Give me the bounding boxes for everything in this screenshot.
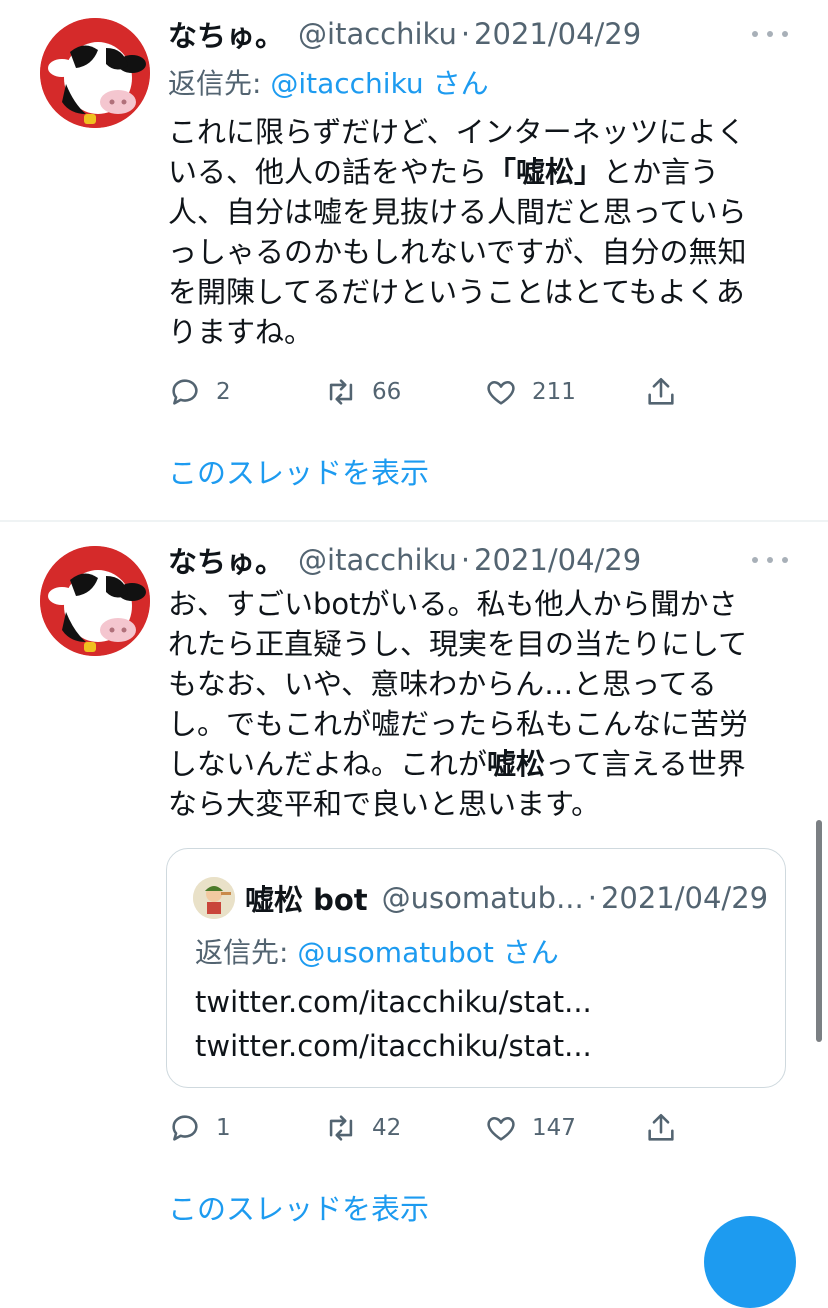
heart-icon (487, 1117, 515, 1141)
avatar[interactable] (40, 546, 150, 656)
text-line: れたら正直疑うし、現実を目の当たりにして (168, 627, 748, 661)
avatar[interactable] (40, 18, 150, 128)
reply-handle-link[interactable]: @itacchiku (270, 67, 423, 100)
quoted-tweet[interactable]: 嘘松 bot @usomatub... · 2021/04/29 返信先: @u… (166, 848, 786, 1088)
text-line: を開陳してるだけということはとてもよくあ (168, 275, 745, 309)
like-button[interactable]: 211 (484, 372, 576, 412)
tweet-text: お、すごいbotがいる。私も他人から聞かさ れたら正直疑うし、現実を目の当たりに… (168, 584, 778, 824)
reply-icon (172, 379, 198, 405)
share-button[interactable] (644, 372, 678, 412)
cow-avatar-icon (40, 546, 150, 656)
text-line: お、すごいbotがいる。私も他人から聞かさ (168, 587, 738, 621)
text-line: なら大変平和で良いと思います。 (168, 787, 601, 821)
like-count: 211 (532, 379, 576, 405)
tweet-date[interactable]: 2021/04/29 (474, 543, 641, 577)
tweet-text: これに限らずだけど、インターネッツによく いる、他人の話をやたら「嘘松」とか言う… (168, 112, 778, 352)
share-button[interactable] (644, 1108, 678, 1148)
quoted-header: 嘘松 bot @usomatub... · 2021/04/29 (245, 877, 768, 919)
more-dots-icon[interactable] (752, 550, 788, 570)
reply-button[interactable]: 1 (168, 1108, 231, 1148)
quoted-url-1[interactable]: twitter.com/itacchiku/stat... (195, 985, 592, 1019)
show-thread-link[interactable]: このスレッドを表示 (168, 1186, 429, 1228)
user-handle[interactable]: @itacchiku (298, 17, 457, 51)
reply-prefix: 返信先: (168, 67, 271, 100)
like-button[interactable]: 147 (484, 1108, 576, 1148)
text-line: し。でもこれが嘘だったら私もこんなに苦労 (168, 707, 749, 741)
display-name[interactable]: なちゅ。 (168, 13, 284, 55)
heart-icon (487, 381, 515, 405)
quoted-avatar[interactable] (193, 877, 235, 919)
quoted-url-2[interactable]: twitter.com/itacchiku/stat... (195, 1029, 592, 1063)
tweet-header: なちゅ。 @itacchiku · 2021/04/29 (168, 540, 641, 580)
reply-icon (172, 1115, 198, 1141)
separator-dot: · (460, 543, 471, 577)
reply-prefix: 返信先: (195, 936, 298, 969)
replying-to: 返信先: @itacchiku さん (168, 62, 489, 102)
reply-suffix: さん (493, 936, 559, 969)
text-line: りますね。 (168, 315, 314, 349)
retweet-button[interactable]: 42 (324, 1108, 401, 1148)
tweet-1[interactable]: なちゅ。 @itacchiku · 2021/04/29 返信先: @itacc… (0, 0, 828, 520)
retweet-button[interactable]: 66 (324, 372, 401, 412)
bot-avatar-icon (193, 877, 235, 919)
tweet-2[interactable]: なちゅ。 @itacchiku · 2021/04/29 お、すごいbotがいる… (0, 522, 828, 1232)
text-line: これに限らずだけど、インターネッツによく (168, 115, 746, 149)
text-line: しないんだよね。これが嘘松って言える世界 (168, 747, 746, 781)
action-bar: 1 42 147 (168, 1108, 688, 1148)
reply-count: 2 (216, 379, 231, 405)
quoted-handle[interactable]: @usomatub... (382, 881, 584, 915)
quoted-date[interactable]: 2021/04/29 (601, 881, 768, 915)
share-icon (648, 1113, 674, 1141)
tweet-header: なちゅ。 @itacchiku · 2021/04/29 (168, 14, 641, 54)
text-line: 人、自分は嘘を見抜ける人間だと思っていら (168, 195, 747, 229)
tweet-date[interactable]: 2021/04/29 (474, 17, 641, 51)
scrollbar[interactable] (816, 820, 822, 1042)
show-thread-link[interactable]: このスレッドを表示 (168, 450, 429, 492)
text-line: っしゃるのかもしれないですが、自分の無知 (168, 235, 747, 269)
reply-count: 1 (216, 1115, 231, 1141)
quoted-replying-to: 返信先: @usomatubot さん (195, 931, 559, 971)
retweet-count: 42 (372, 1115, 402, 1141)
retweet-count: 66 (372, 379, 402, 405)
bold-phrase: 「嘘松」 (487, 155, 604, 189)
share-icon (648, 377, 674, 405)
retweet-icon (329, 1115, 353, 1141)
reply-button[interactable]: 2 (168, 372, 231, 412)
display-name[interactable]: なちゅ。 (168, 539, 284, 581)
reply-suffix: さん (423, 67, 489, 100)
more-dots-icon[interactable] (752, 24, 788, 44)
reply-handle-link[interactable]: @usomatubot (297, 936, 494, 969)
cow-avatar-icon (40, 18, 150, 128)
separator-dot: · (460, 17, 471, 51)
text-line: もなお、いや、意味わからん…と思ってる (168, 667, 717, 701)
like-count: 147 (532, 1115, 576, 1141)
separator-dot: · (587, 881, 597, 915)
user-handle[interactable]: @itacchiku (298, 543, 457, 577)
compose-tweet-button[interactable] (704, 1216, 796, 1308)
quoted-display-name[interactable]: 嘘松 bot (245, 877, 368, 919)
action-bar: 2 66 211 (168, 372, 688, 412)
retweet-icon (329, 379, 353, 405)
text-line: いる、他人の話をやたら「嘘松」とか言う (168, 155, 720, 189)
bold-phrase: 嘘松 (487, 747, 546, 781)
